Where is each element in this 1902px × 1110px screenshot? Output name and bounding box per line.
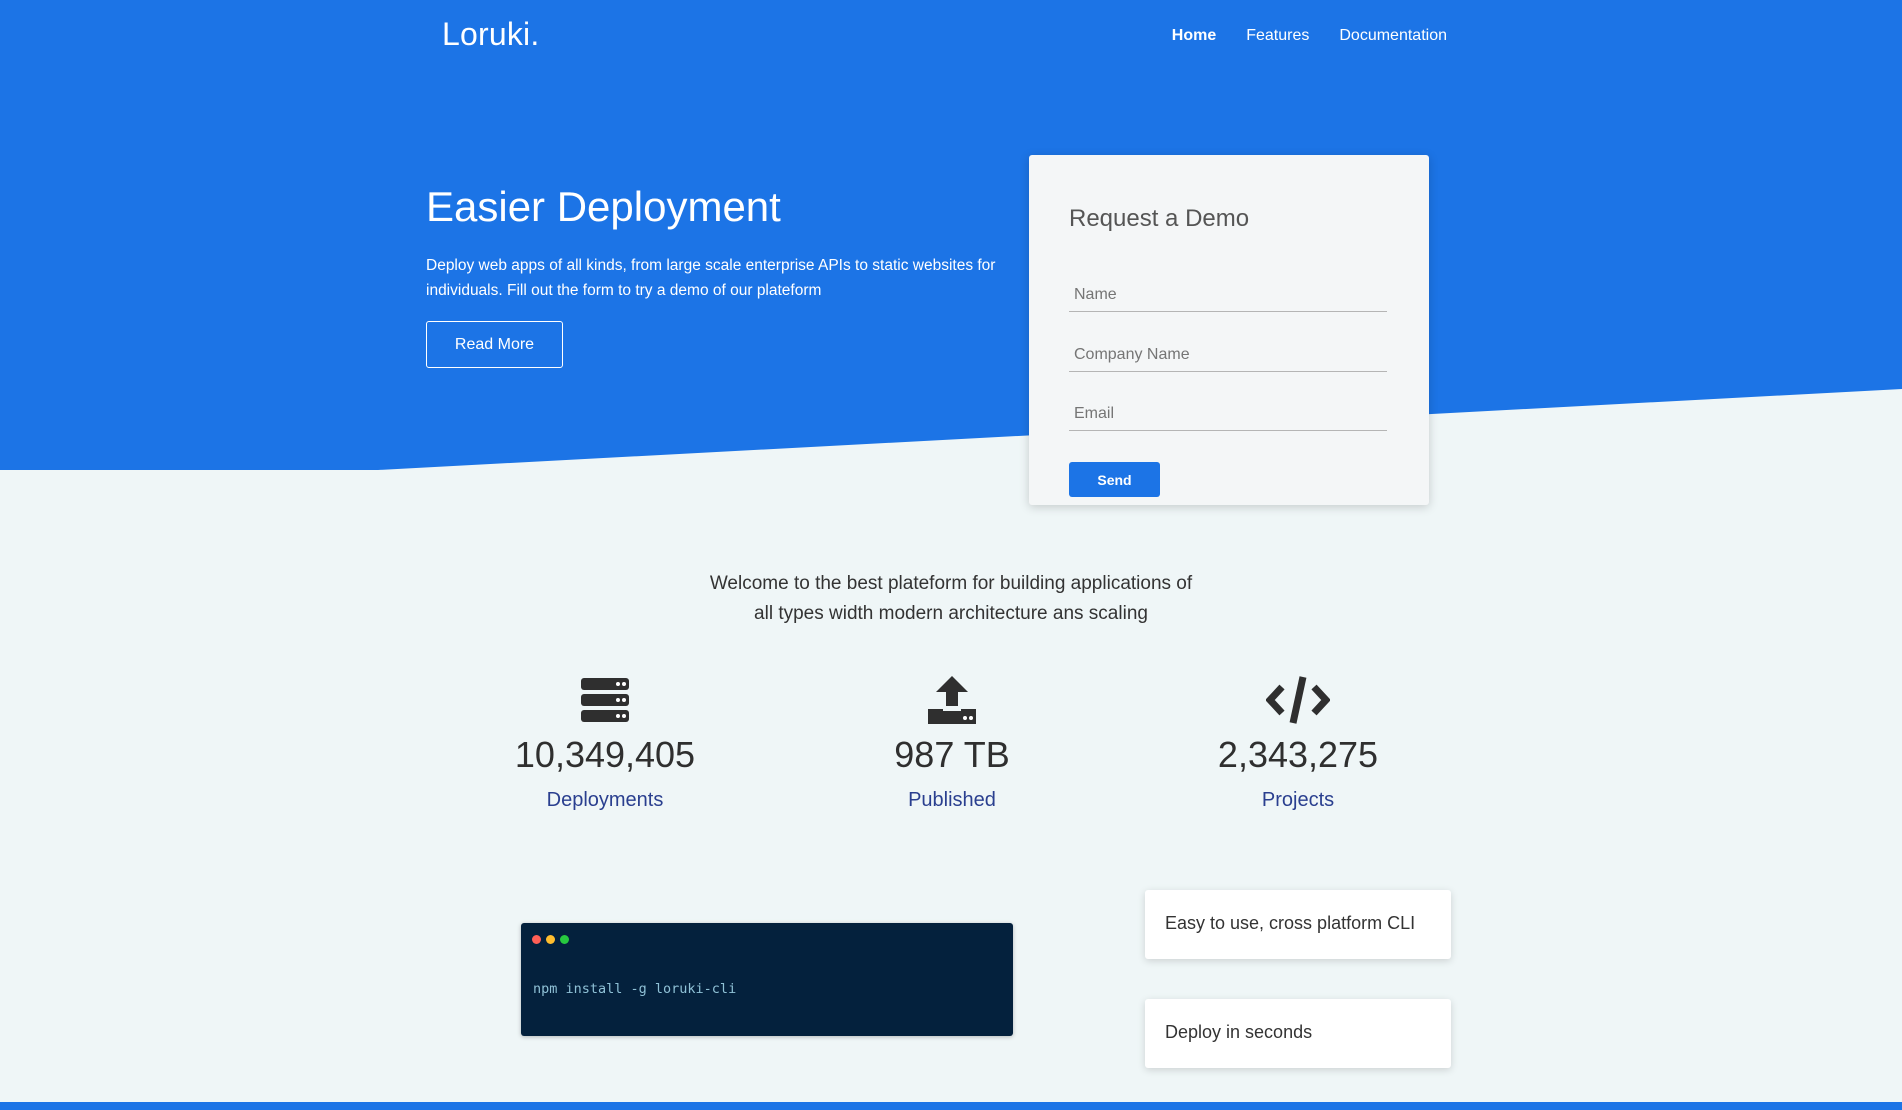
hero-description: Deploy web apps of all kinds, from large… — [426, 257, 996, 299]
nav-features[interactable]: Features — [1246, 27, 1309, 45]
name-field[interactable] — [1069, 278, 1387, 312]
nav-documentation[interactable]: Documentation — [1339, 27, 1447, 45]
stat-published: 987 TB Published — [822, 675, 1082, 812]
feature-card-cli: Easy to use, cross platform CLI — [1145, 890, 1451, 959]
company-name-field[interactable] — [1069, 338, 1387, 372]
hero-title: Easier Deployment — [426, 183, 781, 230]
terminal-window: npm install -g loruki-cli — [521, 923, 1013, 1036]
logo[interactable]: Loruki. — [442, 16, 539, 53]
stat-label: Deployments — [546, 789, 664, 811]
code-icon — [1266, 676, 1330, 724]
read-more-button[interactable]: Read More — [426, 321, 563, 368]
email-field[interactable] — [1069, 397, 1387, 431]
send-button[interactable]: Send — [1069, 462, 1160, 497]
stat-label: Published — [908, 789, 996, 811]
nav-home[interactable]: Home — [1172, 27, 1216, 45]
welcome-text: Welcome to the best plateform for buildi… — [709, 573, 1193, 624]
demo-form-title: Request a Demo — [1069, 205, 1250, 232]
footer-bar — [0, 1102, 1902, 1110]
stat-deployments: 10,349,405 Deployments — [475, 675, 735, 812]
terminal-command: npm install -g loruki-cli — [533, 981, 737, 997]
request-demo-form: Request a Demo Send — [1029, 155, 1429, 505]
upload-icon — [928, 676, 976, 724]
feature-card-deploy: Deploy in seconds — [1145, 999, 1451, 1068]
main-nav: Home Features Documentation — [1172, 27, 1447, 45]
server-icon — [581, 678, 629, 722]
stat-value: 987 TB — [894, 734, 1010, 775]
close-dot-icon — [532, 935, 541, 944]
hero-background — [0, 0, 1902, 470]
stat-value: 2,343,275 — [1217, 734, 1379, 775]
stat-projects: 2,343,275 Projects — [1168, 675, 1428, 812]
minimize-dot-icon — [546, 935, 555, 944]
stat-label: Projects — [1261, 789, 1335, 811]
stat-value: 10,349,405 — [514, 734, 696, 775]
maximize-dot-icon — [560, 935, 569, 944]
